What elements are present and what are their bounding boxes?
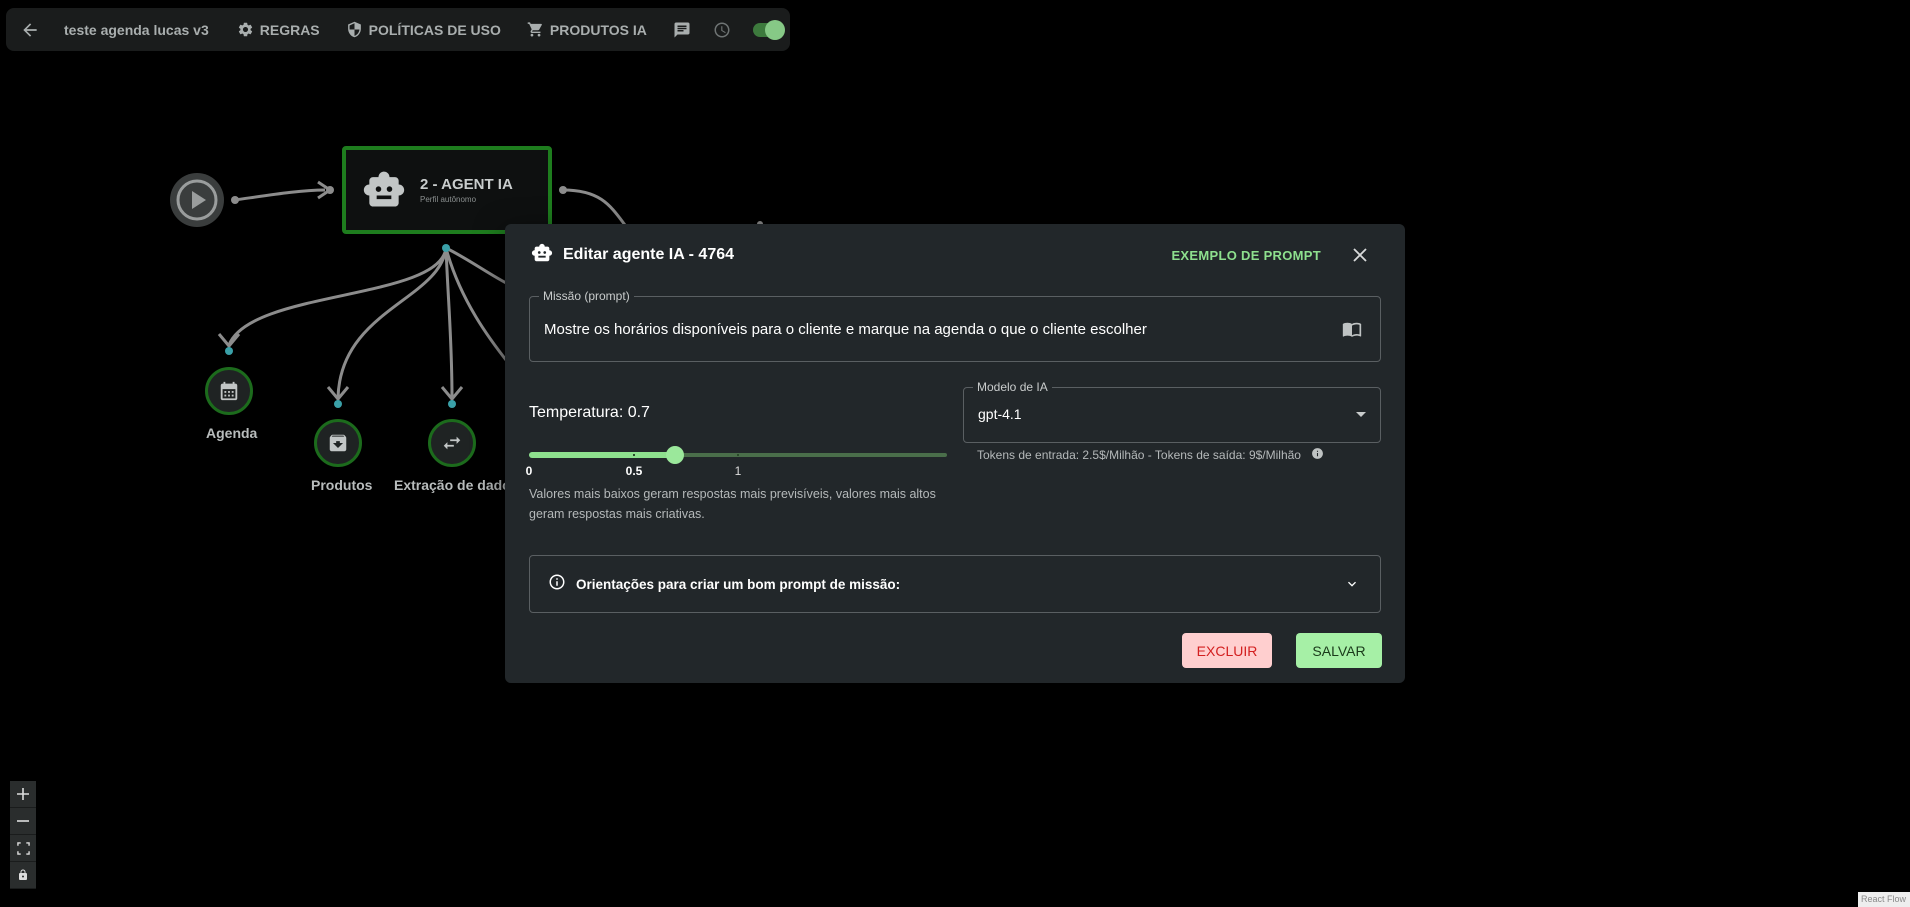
tool-node-agenda[interactable]	[205, 367, 253, 415]
book-icon[interactable]	[1340, 319, 1364, 344]
example-prompt-button[interactable]: EXEMPLO DE PROMPT	[1171, 248, 1321, 263]
zoom-controls	[10, 781, 36, 889]
save-button[interactable]: SALVAR	[1296, 633, 1382, 668]
slider-mark	[737, 454, 739, 456]
zoom-out-button[interactable]	[10, 808, 36, 835]
toggle-knob	[764, 19, 785, 40]
robot-icon	[531, 242, 553, 269]
products-label: PRODUTOS IA	[549, 21, 647, 38]
chevron-down-icon	[1344, 576, 1360, 597]
top-toolbar: teste agenda lucas v3 REGRAS POLÍTICAS D…	[6, 8, 790, 51]
tool-node-extracao[interactable]	[428, 419, 476, 467]
tool-node-label: Extração de dados	[394, 477, 519, 493]
flow-title: teste agenda lucas v3	[64, 21, 209, 38]
swap-icon	[443, 436, 461, 450]
slider-mark-label: 0	[525, 464, 533, 478]
lock-button[interactable]	[10, 862, 36, 889]
robot-icon	[363, 171, 405, 207]
play-icon	[176, 179, 218, 221]
gear-icon	[237, 21, 254, 38]
rules-button[interactable]: REGRAS	[237, 21, 320, 38]
model-select[interactable]: Modelo de IA gpt-4.1	[963, 380, 1381, 443]
agent-node-title: 2 - AGENT IA	[420, 176, 513, 193]
edge-agent-agenda	[227, 247, 448, 346]
slider-mark-label: 0.5	[625, 464, 643, 478]
temperature-label: Temperatura: 0.7	[529, 404, 650, 421]
model-value: gpt-4.1	[978, 406, 1022, 422]
zoom-in-button[interactable]	[10, 781, 36, 808]
temperature-help-text: Valores mais baixos geram respostas mais…	[529, 487, 936, 521]
rules-label: REGRAS	[259, 21, 320, 38]
attribution-link[interactable]: React Flow	[1858, 892, 1910, 907]
minus-icon	[17, 820, 29, 822]
chat-icon[interactable]	[673, 21, 691, 39]
modal-header: Editar agente IA - 4764 EXEMPLO DE PROMP…	[531, 240, 1379, 270]
lock-icon	[19, 869, 27, 880]
prompt-guide-label: Orientações para criar um bom prompt de …	[576, 576, 901, 592]
edge-agent-next	[562, 188, 627, 226]
plus-icon	[17, 788, 29, 800]
slider-mark-label: 1	[734, 464, 742, 478]
edit-agent-modal: Editar agente IA - 4764 EXEMPLO DE PROMP…	[505, 224, 1405, 683]
agent-node[interactable]: 2 - AGENT IA Perfil autônomo	[342, 146, 552, 234]
slider-thumb[interactable]	[666, 446, 685, 464]
agent-node-subtitle: Perfil autônomo	[420, 195, 477, 204]
shield-icon	[346, 21, 363, 38]
tool-node-produtos[interactable]	[314, 419, 362, 467]
close-icon[interactable]	[1347, 242, 1373, 268]
calendar-icon	[220, 381, 238, 401]
edge-agent-extracao	[444, 247, 454, 399]
mission-field[interactable]: Missão (prompt) Mostre os horários dispo…	[529, 289, 1381, 362]
cart-icon	[527, 21, 544, 38]
clock-icon[interactable]	[713, 21, 731, 39]
fit-view-button[interactable]	[10, 835, 36, 862]
back-arrow-icon[interactable]	[20, 20, 40, 40]
policies-button[interactable]: POLÍTICAS DE USO	[346, 21, 501, 38]
fit-view-icon	[16, 841, 30, 855]
dropdown-arrow-icon	[1356, 412, 1366, 417]
products-button[interactable]: PRODUTOS IA	[527, 21, 647, 38]
temperature-slider[interactable]	[529, 446, 947, 464]
mission-label: Missão (prompt)	[539, 289, 634, 303]
policies-label: POLÍTICAS DE USO	[368, 21, 501, 38]
slider-track	[529, 452, 676, 458]
slider-mark	[633, 454, 635, 456]
tokens-info: Tokens de entrada: 2.5$/Milhão - Tokens …	[977, 447, 1324, 463]
modal-title: Editar agente IA - 4764	[563, 246, 735, 263]
model-label: Modelo de IA	[973, 380, 1052, 394]
info-icon[interactable]	[1311, 447, 1324, 463]
mission-input[interactable]: Mostre os horários disponíveis para o cl…	[544, 321, 1147, 338]
delete-button[interactable]: EXCLUIR	[1182, 633, 1272, 668]
tool-node-label: Produtos	[311, 477, 373, 493]
tool-node-label: Agenda	[206, 425, 258, 441]
edge-start-agent	[234, 188, 326, 202]
active-toggle[interactable]	[752, 19, 785, 40]
info-outline-icon	[548, 573, 566, 596]
tokens-info-text: Tokens de entrada: 2.5$/Milhão - Tokens …	[977, 448, 1301, 462]
archive-icon	[329, 434, 347, 452]
start-node[interactable]	[170, 173, 224, 227]
prompt-guide-accordion[interactable]: Orientações para criar um bom prompt de …	[529, 555, 1381, 613]
